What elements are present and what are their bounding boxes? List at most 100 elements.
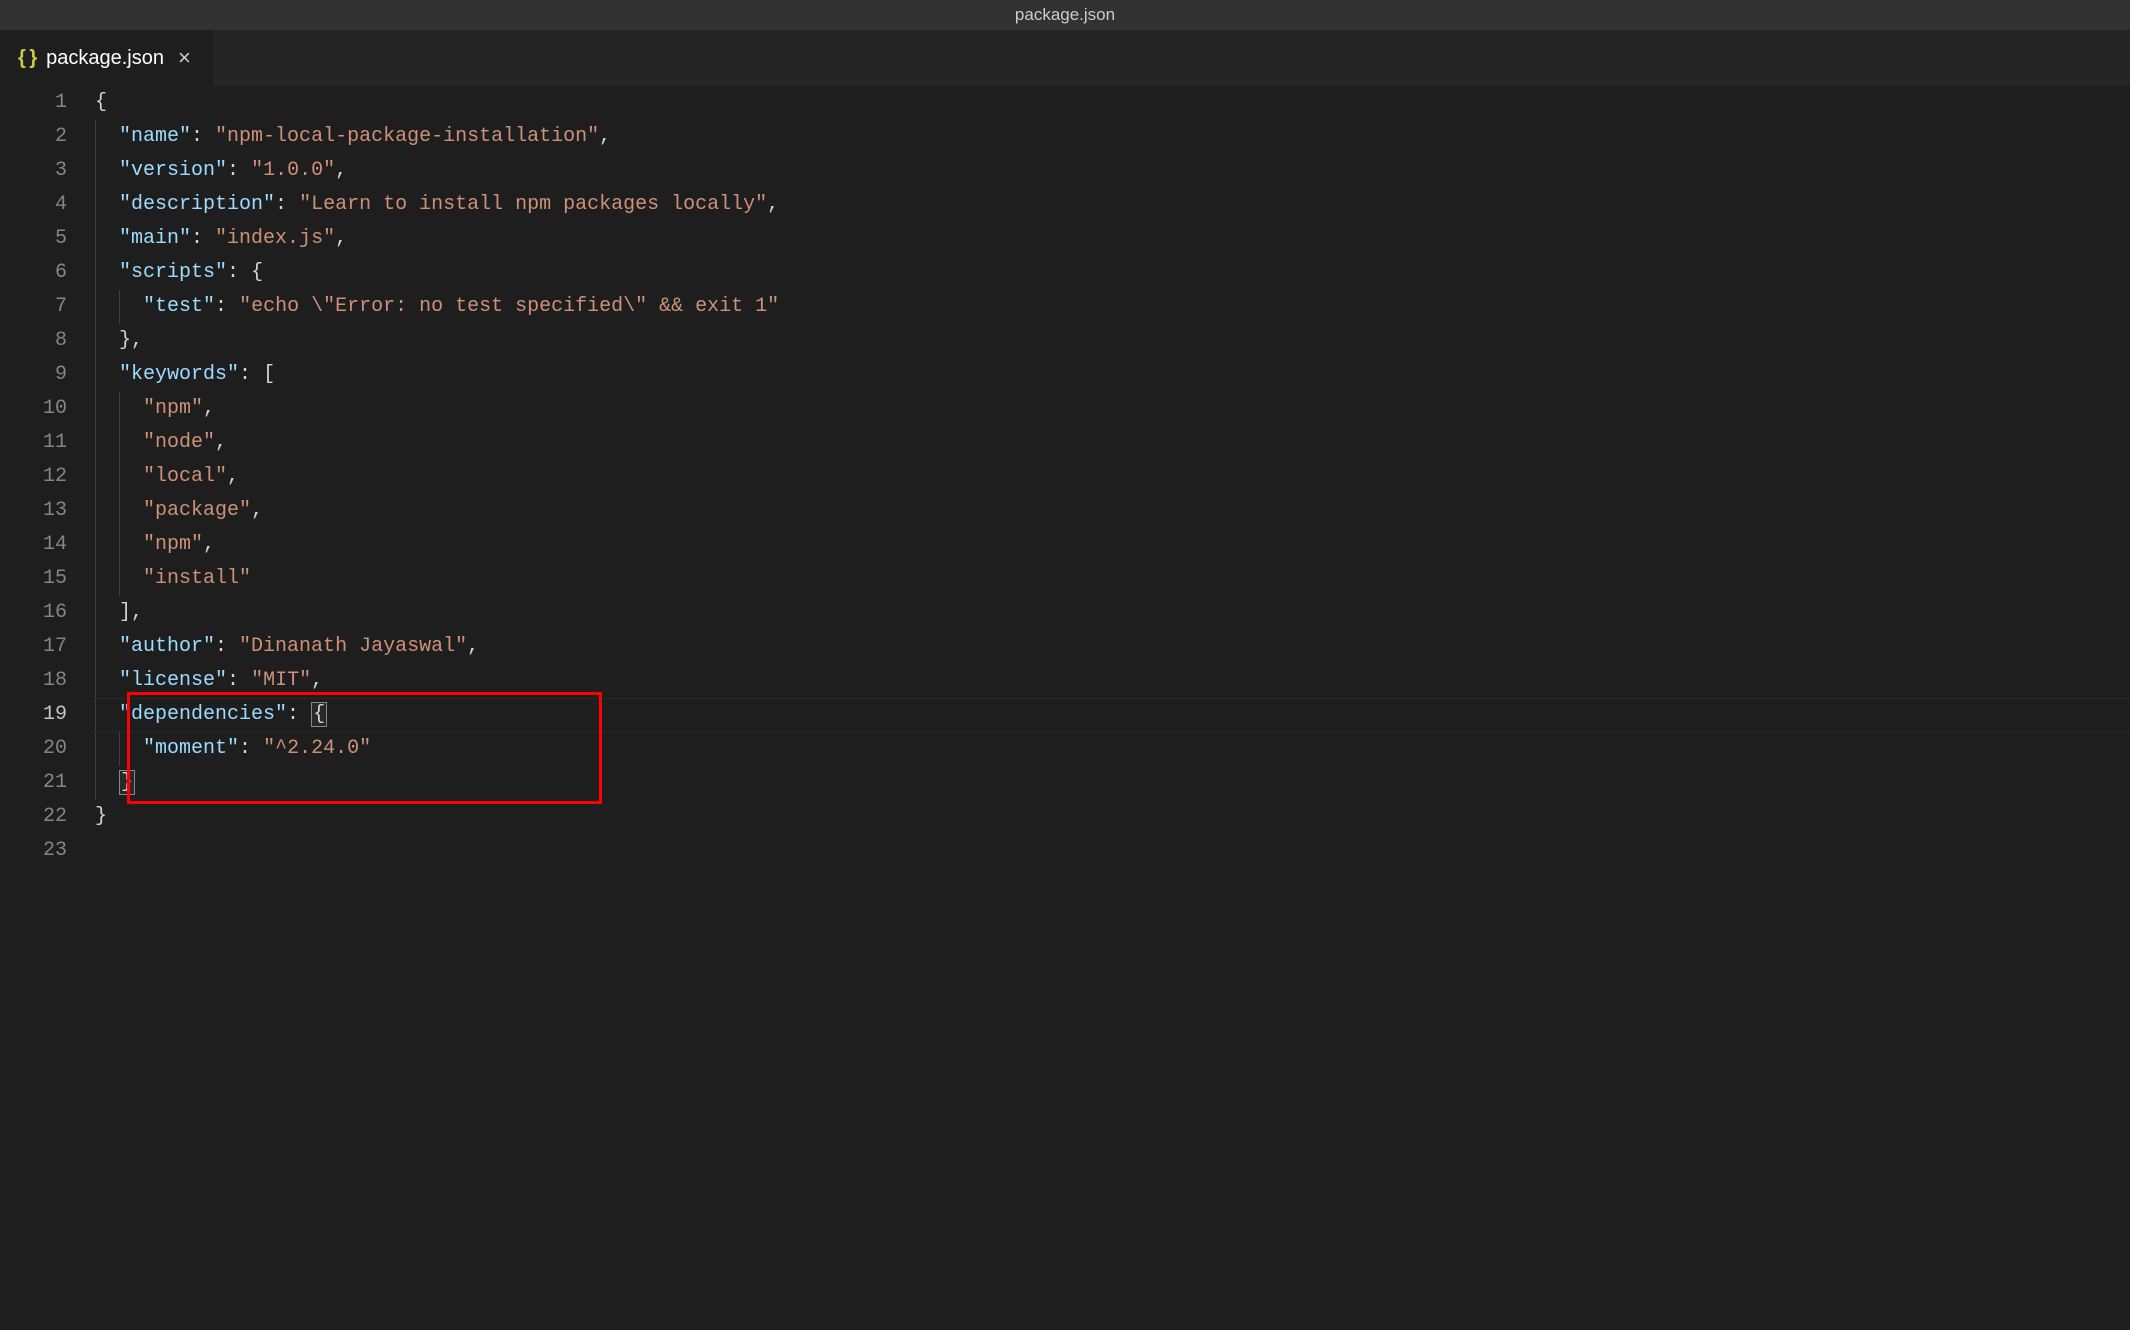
line-number: 7 <box>0 290 67 324</box>
line-number: 10 <box>0 392 67 426</box>
code-line[interactable]: "author": "Dinanath Jayaswal", <box>95 630 2130 664</box>
token-key: "name" <box>119 125 191 148</box>
code-line[interactable]: "keywords": [ <box>95 358 2130 392</box>
code-line[interactable]: "description": "Learn to install npm pac… <box>95 188 2130 222</box>
token-str: "Dinanath Jayaswal" <box>239 635 467 658</box>
code-editor[interactable]: 1234567891011121314151617181920212223 { … <box>0 86 2130 868</box>
token-brace: { <box>311 702 327 727</box>
token-punct: : <box>227 669 251 692</box>
token-punct: , <box>203 533 215 556</box>
code-line[interactable]: "install" <box>95 562 2130 596</box>
token-str: "npm-local-package-installation" <box>215 125 599 148</box>
code-line[interactable]: ], <box>95 596 2130 630</box>
line-number: 8 <box>0 324 67 358</box>
json-file-icon: { } <box>18 47 36 70</box>
token-key: "scripts" <box>119 261 227 284</box>
code-line[interactable]: "license": "MIT", <box>95 664 2130 698</box>
code-line[interactable]: "dependencies": { <box>95 698 2130 732</box>
token-str: "MIT" <box>251 669 311 692</box>
line-number: 16 <box>0 596 67 630</box>
token-brace: { <box>95 91 107 114</box>
token-key: "main" <box>119 227 191 250</box>
line-number: 4 <box>0 188 67 222</box>
code-line[interactable]: "local", <box>95 460 2130 494</box>
line-number: 3 <box>0 154 67 188</box>
token-punct: , <box>203 397 215 420</box>
window-title: package.json <box>1015 5 1115 25</box>
token-key: "moment" <box>143 737 239 760</box>
token-punct: : <box>275 193 299 216</box>
code-line[interactable]: "moment": "^2.24.0" <box>95 732 2130 766</box>
token-brace: [ <box>263 363 275 386</box>
token-brace: } <box>119 770 135 795</box>
token-punct: : <box>227 261 251 284</box>
line-number: 17 <box>0 630 67 664</box>
code-line[interactable] <box>95 834 2130 868</box>
code-area[interactable]: { "name": "npm-local-package-installatio… <box>95 86 2130 868</box>
token-str: "install" <box>143 567 251 590</box>
code-line[interactable]: } <box>95 800 2130 834</box>
line-number: 1 <box>0 86 67 120</box>
window-title-bar: package.json <box>0 0 2130 30</box>
line-number: 9 <box>0 358 67 392</box>
token-punct: , <box>311 669 323 692</box>
token-str: "local" <box>143 465 227 488</box>
tab-package-json[interactable]: { } package.json × <box>0 30 213 86</box>
code-line[interactable]: "version": "1.0.0", <box>95 154 2130 188</box>
token-punct: : <box>191 227 215 250</box>
code-line[interactable]: "node", <box>95 426 2130 460</box>
token-punct: : <box>215 635 239 658</box>
token-punct: : <box>215 295 239 318</box>
token-str: "echo \"Error: no test specified\" && ex… <box>239 295 779 318</box>
token-punct: , <box>227 465 239 488</box>
code-line[interactable]: "npm", <box>95 392 2130 426</box>
line-number: 14 <box>0 528 67 562</box>
close-icon[interactable]: × <box>174 45 195 71</box>
token-brace: } <box>95 805 107 828</box>
token-key: "dependencies" <box>119 703 287 726</box>
line-number: 18 <box>0 664 67 698</box>
line-number: 19 <box>0 698 67 732</box>
line-number-gutter: 1234567891011121314151617181920212223 <box>0 86 95 868</box>
token-str: "package" <box>143 499 251 522</box>
line-number: 11 <box>0 426 67 460</box>
editor-tabs: { } package.json × <box>0 30 2130 86</box>
code-line[interactable]: }, <box>95 324 2130 358</box>
token-punct: , <box>215 431 227 454</box>
token-brace: ] <box>119 601 131 624</box>
code-line[interactable]: "main": "index.js", <box>95 222 2130 256</box>
token-key: "test" <box>143 295 215 318</box>
token-punct: , <box>251 499 263 522</box>
code-line[interactable]: } <box>95 766 2130 800</box>
line-number: 20 <box>0 732 67 766</box>
line-number: 22 <box>0 800 67 834</box>
token-punct: , <box>767 193 779 216</box>
line-number: 23 <box>0 834 67 868</box>
line-number: 12 <box>0 460 67 494</box>
token-punct: , <box>335 159 347 182</box>
token-str: "node" <box>143 431 215 454</box>
line-number: 21 <box>0 766 67 800</box>
token-str: "index.js" <box>215 227 335 250</box>
code-line[interactable]: { <box>95 86 2130 120</box>
line-number: 6 <box>0 256 67 290</box>
code-line[interactable]: "test": "echo \"Error: no test specified… <box>95 290 2130 324</box>
token-key: "description" <box>119 193 275 216</box>
token-key: "author" <box>119 635 215 658</box>
code-line[interactable]: "npm", <box>95 528 2130 562</box>
token-str: "npm" <box>143 397 203 420</box>
token-punct: : <box>239 737 263 760</box>
line-number: 5 <box>0 222 67 256</box>
code-line[interactable]: "name": "npm-local-package-installation"… <box>95 120 2130 154</box>
token-str: "1.0.0" <box>251 159 335 182</box>
token-key: "version" <box>119 159 227 182</box>
code-line[interactable]: "scripts": { <box>95 256 2130 290</box>
token-key: "keywords" <box>119 363 239 386</box>
token-punct: : <box>191 125 215 148</box>
line-number: 13 <box>0 494 67 528</box>
token-brace: { <box>251 261 263 284</box>
code-line[interactable]: "package", <box>95 494 2130 528</box>
token-brace: } <box>119 329 131 352</box>
token-punct: : <box>227 159 251 182</box>
token-str: "^2.24.0" <box>263 737 371 760</box>
